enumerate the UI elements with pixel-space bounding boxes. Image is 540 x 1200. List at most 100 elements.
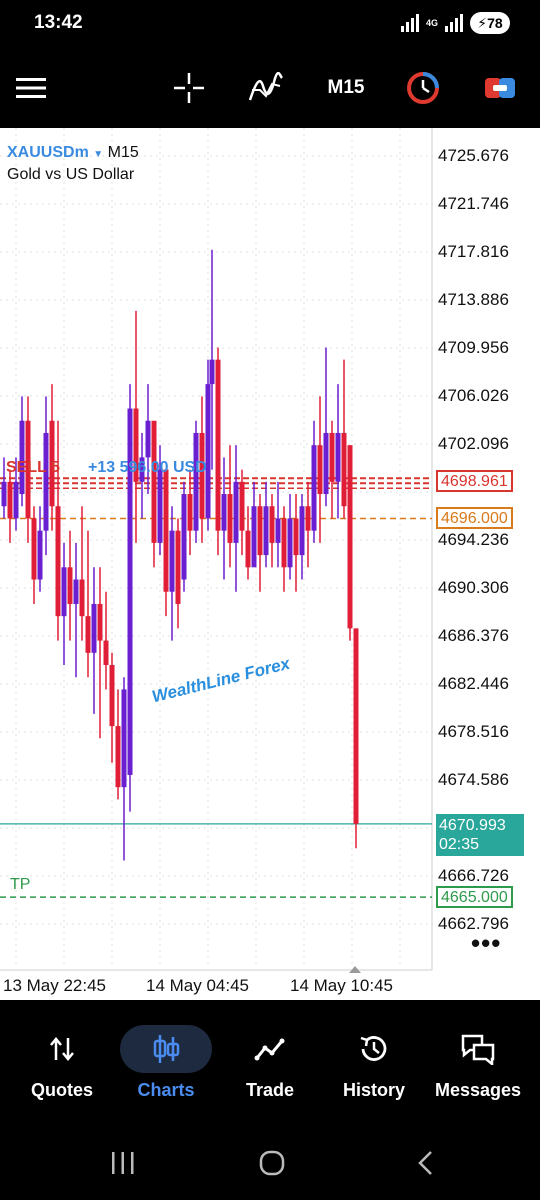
candle-body (61, 567, 67, 617)
candle-body (145, 420, 151, 458)
nav-trade[interactable]: Trade (218, 1024, 322, 1114)
candle-body (115, 726, 121, 788)
price-chart[interactable]: XAUUSDm ▼ M15 Gold vs US Dollar 4725.676… (0, 128, 540, 1000)
system-navigation-bar (0, 1124, 540, 1200)
timeframe-selector[interactable]: M15 (320, 68, 372, 108)
candle-body (209, 359, 215, 385)
price-axis-label: 4666.726 (438, 866, 509, 885)
candle-body (205, 384, 211, 519)
sell-price-box: 4698.961 (436, 470, 513, 492)
nav-messages[interactable]: Messages (426, 1024, 530, 1114)
candle-body (175, 530, 181, 604)
chart-timeframe: M15 (107, 144, 139, 161)
recents-icon (112, 1152, 134, 1174)
candle-body (233, 481, 239, 543)
charts-icon (153, 1035, 180, 1063)
symbol-header[interactable]: XAUUSDm ▼ M15 (7, 144, 139, 162)
candle-body (317, 445, 323, 495)
menu-button[interactable] (14, 68, 48, 108)
candle-body (157, 469, 163, 543)
status-bar: 13:42 4G ⚡ 78 (0, 0, 540, 48)
candle-body (37, 530, 43, 580)
candle-body (239, 481, 245, 531)
candle-body (187, 494, 193, 531)
candle-body (275, 518, 281, 543)
symbol-description: Gold vs US Dollar (7, 166, 135, 183)
trade-icon (485, 78, 515, 98)
candle-body (305, 506, 311, 531)
candle-body (1, 481, 7, 507)
price-axis-label: 4717.816 (438, 242, 509, 261)
price-axis-label: 4713.886 (438, 290, 509, 309)
candle-body (91, 603, 97, 653)
indicators-icon (248, 72, 284, 101)
price-axis-label: 4682.446 (438, 674, 509, 693)
candle-body (97, 603, 103, 641)
candle-body (109, 665, 115, 727)
candle-body (79, 579, 85, 617)
candle-body (181, 494, 187, 580)
price-axis-label: 4686.376 (438, 626, 509, 645)
price-axis-label: 4709.956 (438, 338, 509, 357)
chart-toolbar: M15 (0, 48, 540, 128)
recents-button[interactable] (108, 1148, 138, 1178)
price-axis-label: 4702.096 (438, 434, 509, 453)
time-axis-label: 14 May 10:45 (290, 976, 394, 995)
one-click-trade-button[interactable] (482, 68, 518, 108)
candle-body (193, 432, 199, 531)
nav-charts[interactable]: Charts (114, 1024, 218, 1114)
position-profit: +13 596.00 USD (88, 459, 207, 476)
candle-body (67, 567, 73, 604)
clock-button[interactable] (404, 68, 442, 108)
candle-body (103, 640, 109, 666)
candle-body (353, 628, 359, 824)
sl-price-box: 4696.000 (436, 507, 513, 529)
candle-body (215, 359, 221, 531)
crosshair-icon (174, 73, 204, 103)
candle-body (163, 469, 169, 592)
nav-quotes[interactable]: Quotes (10, 1024, 114, 1114)
back-button[interactable] (410, 1148, 440, 1178)
network-type: 4G (425, 17, 438, 28)
battery-level: 78 (487, 15, 503, 31)
nav-history[interactable]: History (322, 1024, 426, 1114)
status-icons: 4G ⚡ 78 (400, 11, 510, 35)
clock-icon (407, 72, 439, 104)
candle-body (73, 579, 79, 604)
candle-body (85, 616, 91, 653)
bar-countdown: 02:35 (439, 836, 480, 853)
candle-body (287, 518, 293, 568)
price-axis-label: 4721.746 (438, 194, 509, 213)
back-icon (418, 1151, 432, 1175)
history-icon (360, 1036, 387, 1061)
active-indicator (120, 1025, 212, 1073)
candle-body (281, 518, 287, 568)
more-options-button[interactable]: ••• (471, 928, 501, 959)
tp-tag[interactable]: TP (10, 876, 30, 894)
time-axis-label: 14 May 04:45 (146, 976, 250, 995)
candle-body (227, 494, 233, 543)
current-price: 4670.993 (439, 817, 506, 834)
quotes-icon (50, 1037, 74, 1061)
indicators-button[interactable] (246, 68, 286, 108)
sell-position-tag[interactable]: SELL 5 (6, 459, 60, 477)
tp-price-box: 4665.000 (436, 886, 513, 908)
candle-body (263, 506, 269, 556)
bottom-navigation: Quotes Charts Trade History Messages (0, 1000, 540, 1124)
signal-icon-2 (445, 14, 463, 32)
candle-body (323, 432, 329, 495)
price-axis-label: 4694.236 (438, 530, 509, 549)
candle-body (347, 445, 353, 629)
candle-body (299, 506, 305, 556)
candle-body (121, 689, 127, 788)
price-axis-label: 4678.516 (438, 722, 509, 741)
home-button[interactable] (256, 1148, 288, 1178)
candle-body (13, 481, 19, 519)
messages-icon (461, 1034, 495, 1065)
crosshair-button[interactable] (170, 68, 208, 108)
price-axis-label: 4725.676 (438, 146, 509, 165)
symbol-name[interactable]: XAUUSDm (7, 144, 89, 161)
candle-body (31, 518, 37, 580)
current-price-box: 4670.993 02:35 (436, 814, 524, 856)
chevron-down-icon[interactable]: ▼ (93, 149, 103, 160)
